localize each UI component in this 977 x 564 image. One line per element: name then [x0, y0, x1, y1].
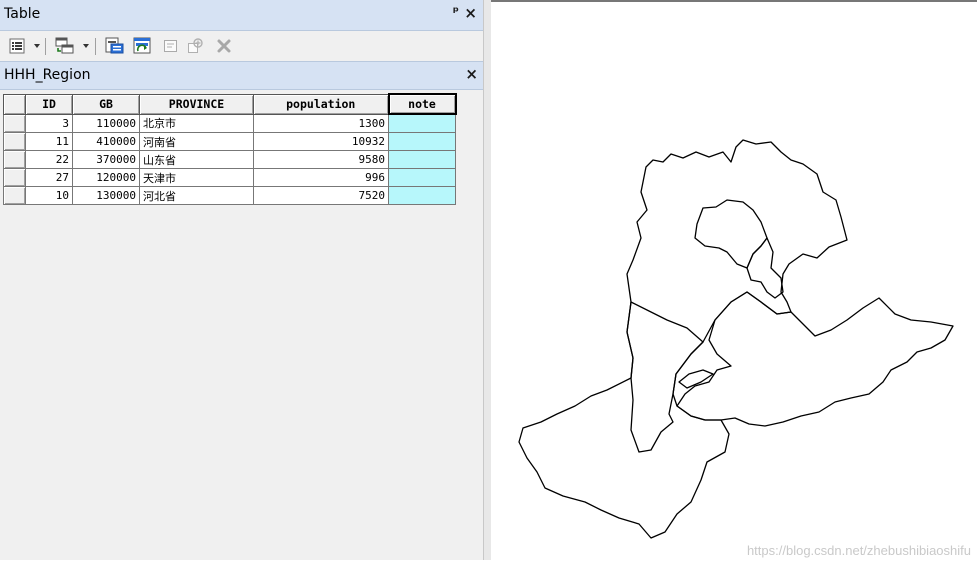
pin-icon[interactable]: ᵖ	[453, 5, 459, 20]
column-header-id[interactable]: ID	[25, 93, 73, 115]
beijing-shape	[694, 199, 768, 269]
row-header-corner[interactable]	[3, 93, 26, 115]
table-row[interactable]: 10 130000 河北省 7520	[3, 186, 456, 205]
row-selector[interactable]	[3, 150, 26, 169]
table-header-row: ID GB PROVINCE population note	[3, 93, 457, 115]
row-selector[interactable]	[3, 186, 26, 205]
row-selector[interactable]	[3, 168, 26, 187]
window-title: Table	[4, 6, 41, 22]
related-tables-dropdown-icon[interactable]	[83, 44, 89, 48]
switch-selection-icon[interactable]	[132, 36, 154, 56]
watermark-text: https://blog.csdn.net/zhebushibiaoshifu	[746, 543, 971, 558]
zoom-to-selected-icon[interactable]	[186, 36, 206, 56]
toolbar-separator	[95, 38, 96, 55]
toolbar-separator	[45, 38, 46, 55]
cell-population[interactable]: 7520	[253, 186, 389, 205]
table-row[interactable]: 22 370000 山东省 9580	[3, 150, 456, 169]
cell-note[interactable]	[388, 113, 456, 133]
cell-population[interactable]: 9580	[253, 150, 389, 169]
cell-gb[interactable]: 110000	[72, 113, 140, 133]
attribute-table-area: ID GB PROVINCE population note 3 110000 …	[3, 93, 481, 560]
cell-province[interactable]: 北京市	[139, 113, 254, 133]
table-options-icon[interactable]	[8, 36, 26, 56]
cell-note[interactable]	[388, 132, 456, 151]
cell-population[interactable]: 10932	[253, 132, 389, 151]
clear-selection-icon[interactable]	[162, 36, 180, 56]
cell-note[interactable]	[388, 168, 456, 187]
close-window-icon[interactable]: ×	[464, 4, 477, 22]
table-row[interactable]: 11 410000 河南省 10932	[3, 132, 456, 151]
column-header-province[interactable]: PROVINCE	[139, 93, 254, 115]
shandong-shape	[676, 291, 954, 427]
cell-province[interactable]: 河南省	[139, 132, 254, 151]
cell-note[interactable]	[388, 150, 456, 169]
cell-id[interactable]: 11	[25, 132, 73, 151]
column-header-population[interactable]: population	[253, 93, 389, 115]
column-header-note[interactable]: note	[387, 93, 457, 115]
cell-id[interactable]: 3	[25, 113, 73, 133]
close-table-icon[interactable]: ×	[465, 65, 478, 83]
cell-population[interactable]: 996	[253, 168, 389, 187]
related-tables-icon[interactable]	[54, 36, 76, 56]
column-header-gb[interactable]: GB	[72, 93, 140, 115]
cell-id[interactable]: 10	[25, 186, 73, 205]
delete-selected-icon[interactable]	[215, 36, 233, 56]
cell-gb[interactable]: 130000	[72, 186, 140, 205]
tianjin-shape	[746, 237, 784, 299]
province-boundaries-map	[518, 139, 954, 539]
map-view[interactable]: https://blog.csdn.net/zhebushibiaoshifu	[491, 0, 977, 562]
cell-province[interactable]: 河北省	[139, 186, 254, 205]
cell-population[interactable]: 1300	[253, 113, 389, 133]
table-tab-title[interactable]: HHH_Region	[4, 67, 91, 83]
attribute-table: ID GB PROVINCE population note 3 110000 …	[3, 93, 457, 205]
table-row[interactable]: 3 110000 北京市 1300	[3, 113, 456, 133]
table-window-titlebar: Table ᵖ ×	[0, 0, 483, 31]
cell-province[interactable]: 山东省	[139, 150, 254, 169]
henan-shape	[518, 301, 730, 539]
table-tab-bar: HHH_Region ×	[0, 61, 483, 90]
row-selector[interactable]	[3, 132, 26, 151]
row-selector[interactable]	[3, 113, 26, 133]
cell-id[interactable]: 22	[25, 150, 73, 169]
table-options-dropdown-icon[interactable]	[34, 44, 40, 48]
cell-gb[interactable]: 370000	[72, 150, 140, 169]
select-by-attributes-icon[interactable]	[104, 36, 126, 56]
cell-note[interactable]	[388, 186, 456, 205]
cell-province[interactable]: 天津市	[139, 168, 254, 187]
cell-gb[interactable]: 120000	[72, 168, 140, 187]
table-window: Table ᵖ × HHH_Region × ID GB PROVINCE po…	[0, 0, 483, 560]
hebei-province-shape	[626, 139, 848, 453]
table-row[interactable]: 27 120000 天津市 996	[3, 168, 456, 187]
table-toolbar	[0, 31, 483, 61]
cell-gb[interactable]: 410000	[72, 132, 140, 151]
cell-id[interactable]: 27	[25, 168, 73, 187]
